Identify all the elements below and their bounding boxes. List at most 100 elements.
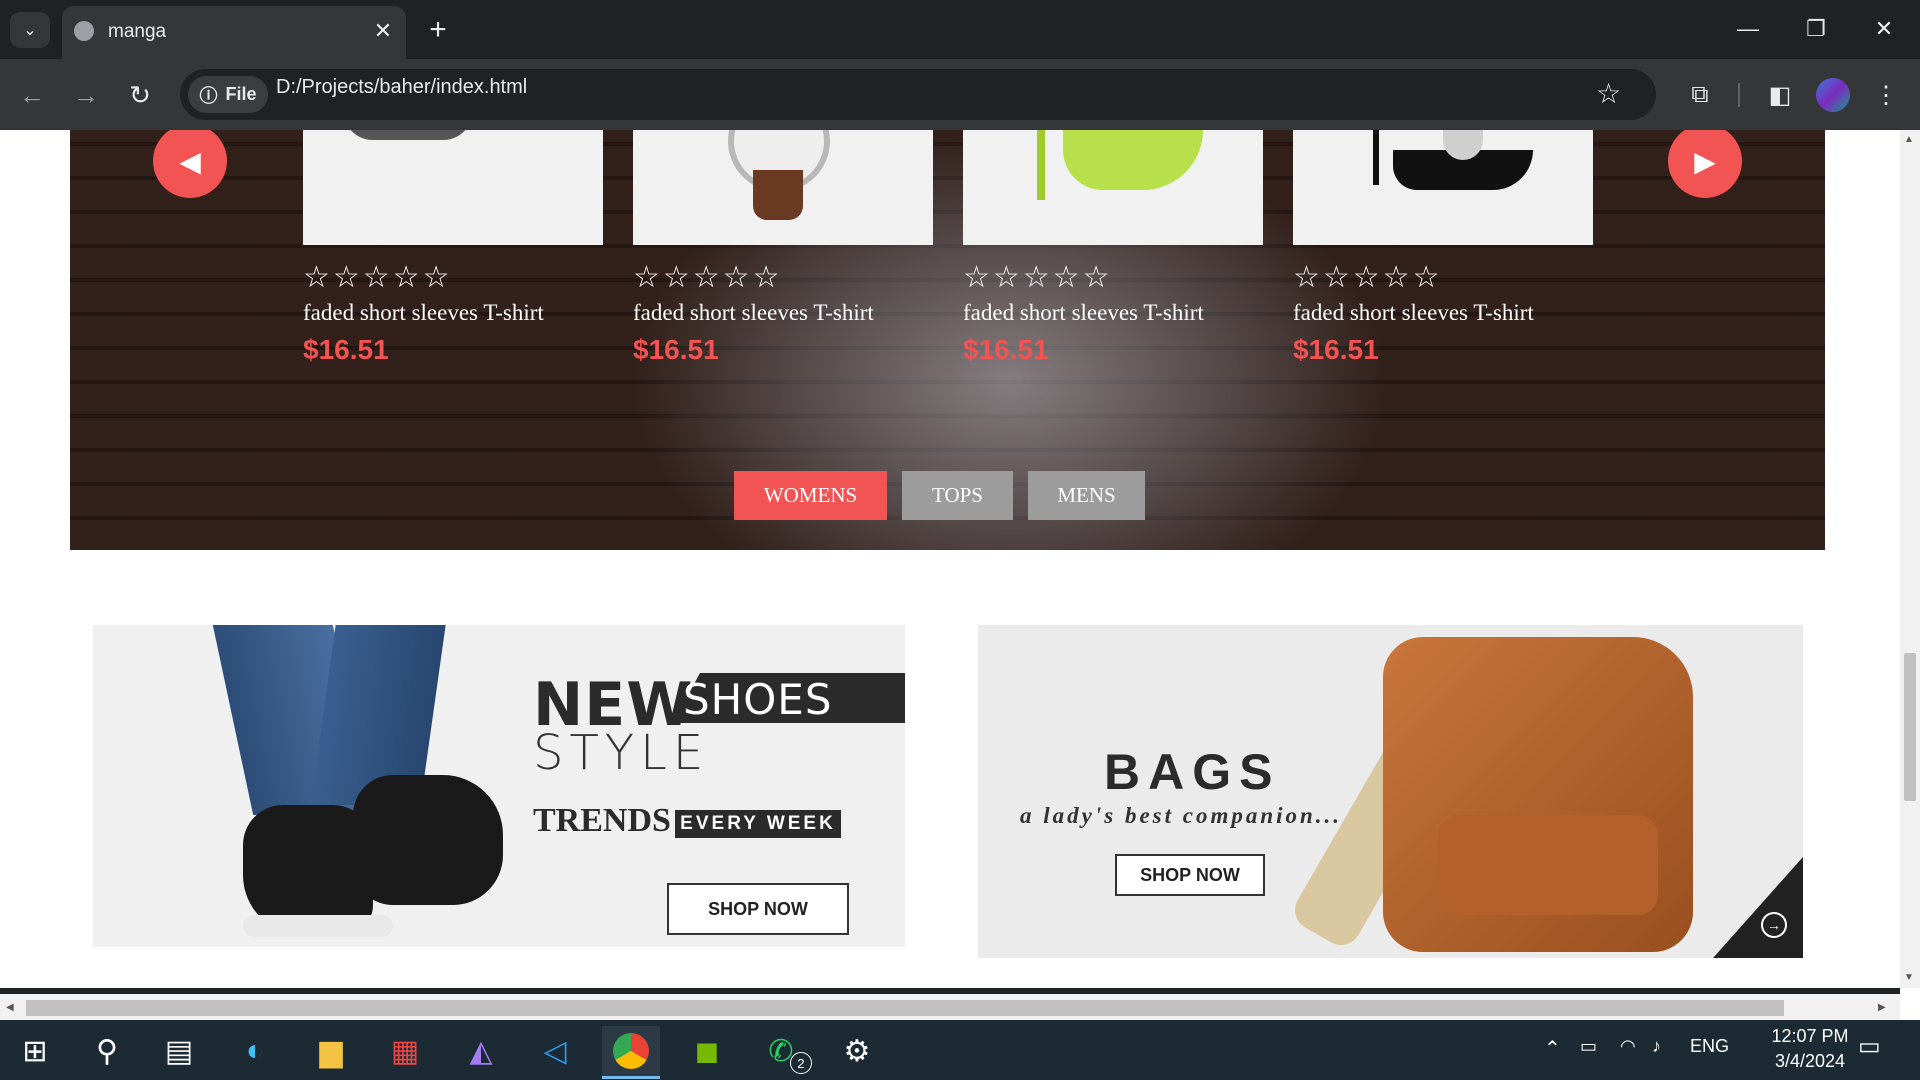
back-button[interactable]: ←	[12, 75, 52, 115]
tab-close-button[interactable]: ✕	[368, 16, 398, 46]
clock-date: 3/4/2024	[1774, 1051, 1846, 1071]
info-icon: ⓘ	[199, 85, 218, 106]
restore-icon: ❐	[1806, 16, 1826, 41]
close-icon: ✕	[1874, 16, 1894, 41]
url-text[interactable]: D:/Projects/baher/index.html	[276, 76, 527, 99]
banner-bags-title: BAGS	[1104, 744, 1281, 800]
banner-style-text: STYLE	[533, 725, 710, 781]
new-shoes-banner[interactable]: NEW SHOES STYLE TRENDS EVERY WEEK SHOP N…	[93, 625, 905, 947]
arrow-left-icon: ←	[19, 79, 45, 110]
vscode-icon[interactable]: ◁	[526, 1026, 584, 1076]
vertical-scrollbar-thumb[interactable]	[1904, 653, 1916, 801]
scroll-right-icon[interactable]: ▶	[1878, 1002, 1886, 1013]
rating-stars: ☆☆☆☆☆	[1293, 261, 1443, 294]
shoes-shop-now-button[interactable]: SHOP NOW	[667, 883, 849, 935]
product-name[interactable]: faded short sleeves T-shirt	[303, 300, 544, 326]
visual-studio-icon[interactable]: ◭	[452, 1026, 510, 1076]
browser-toolbar: ← → ↻ ⓘ File D:/Projects/baher/index.htm…	[0, 59, 1920, 130]
extensions-icon[interactable]: ⧉	[1680, 75, 1720, 115]
toolbar-divider	[1738, 83, 1740, 107]
windows-taskbar: ⊞ ⚲ ▤ ◐ ▆ ▦ ◭ ◁ ◼ ✆ 2 ⚙ ⌃ ▭ ◠ ♪ ENG 12:0…	[0, 1020, 1920, 1080]
bags-shop-now-button[interactable]: SHOP NOW	[1115, 854, 1265, 896]
microsoft-store-icon[interactable]: ▦	[376, 1026, 434, 1076]
nvidia-icon[interactable]: ◼	[678, 1026, 736, 1076]
search-icon[interactable]: ⚲	[78, 1026, 136, 1076]
product-name[interactable]: faded short sleeves T-shirt	[1293, 300, 1534, 326]
plus-icon: +	[429, 13, 447, 46]
chrome-icon[interactable]	[602, 1026, 660, 1079]
menu-kebab-icon[interactable]: ⋮	[1866, 75, 1906, 115]
product-image-green-heel[interactable]	[963, 130, 1263, 245]
close-window-button[interactable]: ✕	[1854, 8, 1914, 50]
carousel-next-button[interactable]: ▶	[1668, 130, 1742, 198]
scroll-left-icon[interactable]: ◀	[6, 1002, 14, 1013]
restore-button[interactable]: ❐	[1786, 8, 1846, 50]
carousel-prev-button[interactable]: ◀	[153, 130, 227, 198]
address-bar[interactable]: ⓘ File D:/Projects/baher/index.html ☆	[180, 69, 1656, 120]
horizontal-scrollbar-thumb[interactable]	[26, 1000, 1784, 1016]
watch-strap-shape	[753, 170, 803, 220]
profile-avatar[interactable]	[1816, 78, 1850, 112]
battery-icon[interactable]: ▭	[1580, 1036, 1597, 1057]
banner-shoes-text: SHOES	[683, 675, 833, 724]
product-price: $16.51	[633, 334, 719, 365]
globe-icon	[74, 21, 94, 41]
sneaker-right-shape	[353, 775, 503, 905]
product-price: $16.51	[303, 334, 389, 365]
reload-button[interactable]: ↻	[120, 75, 160, 115]
chrome-logo	[613, 1033, 649, 1069]
filter-womens-button[interactable]: WOMENS	[734, 471, 887, 520]
task-view-icon[interactable]: ▤	[150, 1026, 208, 1076]
banner-every-week-text: EVERY WEEK	[675, 810, 841, 838]
product-image-sneaker[interactable]	[303, 130, 603, 245]
product-image-watch[interactable]	[633, 130, 933, 245]
product-price: $16.51	[1293, 334, 1379, 365]
volume-icon[interactable]: ♪	[1652, 1036, 1661, 1057]
filter-mens-button[interactable]: MENS	[1028, 471, 1145, 520]
wifi-icon[interactable]: ◠	[1620, 1036, 1636, 1057]
product-name[interactable]: faded short sleeves T-shirt	[633, 300, 874, 326]
clock[interactable]: 12:07 PM 3/4/2024	[1750, 1026, 1870, 1072]
corner-triangle	[1713, 857, 1803, 958]
file-explorer-icon[interactable]: ▆	[302, 1026, 360, 1076]
sneaker-shape	[343, 130, 473, 140]
backpack-pocket-shape	[1438, 815, 1658, 915]
bookmark-star-icon[interactable]: ☆	[1596, 77, 1621, 110]
edge-icon[interactable]: ◐	[226, 1026, 284, 1076]
chevron-down-icon: ⌄	[23, 22, 37, 39]
page-viewport: ◀ ▶ ☆☆☆☆☆ faded short sleeves T-shirt $1…	[0, 130, 1900, 988]
scroll-down-icon[interactable]: ▼	[1904, 972, 1914, 983]
new-tab-button[interactable]: +	[420, 12, 456, 48]
reload-icon: ↻	[129, 79, 151, 110]
tab-search-button[interactable]: ⌄	[10, 12, 50, 48]
scroll-up-icon[interactable]: ▲	[1904, 134, 1914, 145]
heel-shape	[1063, 130, 1203, 190]
language-indicator[interactable]: ENG	[1690, 1036, 1729, 1057]
product-carousel-section: ◀ ▶ ☆☆☆☆☆ faded short sleeves T-shirt $1…	[70, 130, 1825, 550]
whatsapp-badge: 2	[790, 1052, 812, 1074]
browser-tab[interactable]: manga ✕	[62, 6, 406, 59]
minimize-button[interactable]: —	[1718, 8, 1778, 50]
windows-start-icon[interactable]: ⊞	[6, 1026, 64, 1076]
clock-time: 12:07 PM	[1771, 1026, 1849, 1046]
triangle-left-icon: ◀	[179, 145, 201, 177]
arrow-right-circle-icon[interactable]: →	[1761, 912, 1787, 938]
filter-tops-button[interactable]: TOPS	[902, 471, 1013, 520]
vertical-scrollbar[interactable]: ▲ ▼	[1900, 130, 1920, 988]
settings-gear-icon[interactable]: ⚙	[828, 1026, 886, 1076]
browser-tabstrip: ⌄ manga ✕ + — ❐ ✕	[0, 0, 1920, 59]
product-image-black-heel[interactable]	[1293, 130, 1593, 245]
arrow-right-icon: →	[73, 79, 99, 110]
triangle-right-icon: ▶	[1694, 145, 1716, 177]
chevron-up-icon[interactable]: ⌃	[1544, 1036, 1561, 1061]
side-panel-icon[interactable]: ◧	[1760, 75, 1800, 115]
horizontal-scrollbar[interactable]: ◀ ▶	[0, 988, 1900, 1023]
bags-banner[interactable]: BAGS a lady's best companion... SHOP NOW…	[978, 625, 1803, 958]
site-info-button[interactable]: ⓘ File	[188, 76, 268, 113]
forward-button[interactable]: →	[66, 75, 106, 115]
site-info-label: File	[225, 84, 257, 104]
banner-bags-tagline: a lady's best companion...	[1020, 803, 1343, 828]
notification-icon[interactable]: ▭	[1858, 1032, 1881, 1061]
rating-stars: ☆☆☆☆☆	[633, 261, 783, 294]
product-name[interactable]: faded short sleeves T-shirt	[963, 300, 1204, 326]
